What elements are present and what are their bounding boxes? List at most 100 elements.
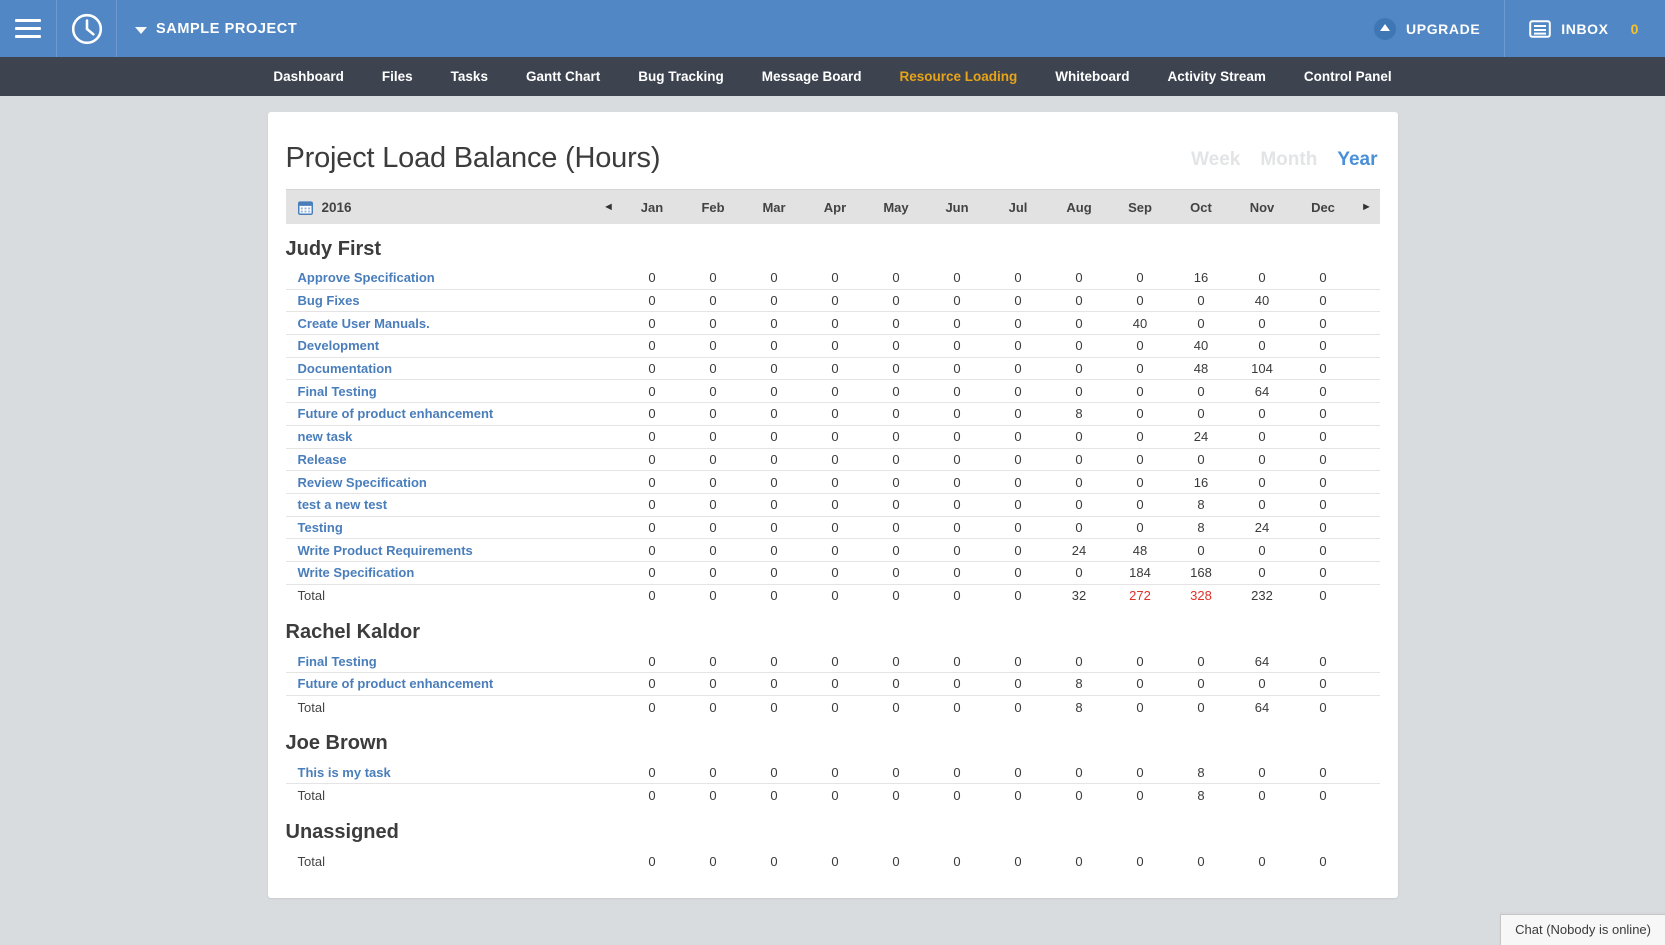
- chat-widget[interactable]: Chat (Nobody is online): [1500, 914, 1665, 945]
- month-header-jan[interactable]: Jan: [622, 200, 683, 215]
- task-link[interactable]: Final Testing: [286, 654, 596, 669]
- nav-item-gantt-chart[interactable]: Gantt Chart: [507, 57, 619, 96]
- month-header-oct[interactable]: Oct: [1171, 200, 1232, 215]
- task-link[interactable]: new task: [286, 429, 596, 444]
- month-header-dec[interactable]: Dec: [1293, 200, 1354, 215]
- month-header-aug[interactable]: Aug: [1049, 200, 1110, 215]
- hours-cell: 0: [927, 520, 988, 535]
- month-header-jul[interactable]: Jul: [988, 200, 1049, 215]
- hours-cell: 0: [1293, 497, 1354, 512]
- month-header-sep[interactable]: Sep: [1110, 200, 1171, 215]
- range-tab-week[interactable]: Week: [1191, 149, 1240, 171]
- hours-cell: 0: [1293, 293, 1354, 308]
- hours-cell: 0: [683, 270, 744, 285]
- hours-cell: 0: [1171, 452, 1232, 467]
- total-cell: 0: [744, 788, 805, 803]
- hours-cell: 0: [988, 520, 1049, 535]
- hours-cell: 0: [1293, 452, 1354, 467]
- resource-group-heading: Unassigned: [286, 807, 1380, 850]
- row-values: 0000000008240: [622, 520, 1354, 535]
- hours-cell: 0: [988, 765, 1049, 780]
- hours-cell: 0: [1049, 270, 1110, 285]
- task-link[interactable]: Documentation: [286, 361, 596, 376]
- month-header-nov[interactable]: Nov: [1232, 200, 1293, 215]
- total-cell: 0: [622, 700, 683, 715]
- month-header-may[interactable]: May: [866, 200, 927, 215]
- nav-item-whiteboard[interactable]: Whiteboard: [1036, 57, 1148, 96]
- nav-item-message-board[interactable]: Message Board: [743, 57, 881, 96]
- hours-cell: 0: [744, 384, 805, 399]
- year-selector[interactable]: 2016: [286, 200, 596, 215]
- hours-cell: 8: [1049, 406, 1110, 421]
- hours-cell: 0: [622, 361, 683, 376]
- hours-cell: 0: [988, 475, 1049, 490]
- hours-cell: 0: [622, 406, 683, 421]
- calendar-icon: [298, 200, 313, 215]
- month-header-feb[interactable]: Feb: [683, 200, 744, 215]
- hours-cell: 0: [1110, 429, 1171, 444]
- table-row: Final Testing0000000000640: [286, 380, 1380, 403]
- task-link[interactable]: Create User Manuals.: [286, 316, 596, 331]
- month-headers: JanFebMarAprMayJunJulAugSepOctNovDec: [622, 200, 1354, 215]
- total-cell: 0: [1110, 700, 1171, 715]
- task-link[interactable]: Release: [286, 452, 596, 467]
- time-tracker-button[interactable]: [57, 0, 117, 57]
- task-link[interactable]: Write Specification: [286, 565, 596, 580]
- hours-cell: 0: [622, 654, 683, 669]
- nav-item-control-panel[interactable]: Control Panel: [1285, 57, 1411, 96]
- task-link[interactable]: Approve Specification: [286, 270, 596, 285]
- hours-cell: 40: [1110, 316, 1171, 331]
- task-link[interactable]: Final Testing: [286, 384, 596, 399]
- task-link[interactable]: Future of product enhancement: [286, 676, 596, 691]
- hours-cell: 0: [744, 497, 805, 512]
- total-cell: 0: [805, 588, 866, 603]
- nav-item-tasks[interactable]: Tasks: [432, 57, 507, 96]
- task-link[interactable]: Write Product Requirements: [286, 543, 596, 558]
- upgrade-label: UPGRADE: [1406, 21, 1480, 37]
- task-link[interactable]: Future of product enhancement: [286, 406, 596, 421]
- hours-cell: 0: [683, 338, 744, 353]
- total-cell: 0: [1171, 854, 1232, 869]
- task-link[interactable]: Bug Fixes: [286, 293, 596, 308]
- total-cell: 0: [1110, 788, 1171, 803]
- task-link[interactable]: test a new test: [286, 497, 596, 512]
- total-cell: 0: [927, 788, 988, 803]
- inbox-label: INBOX: [1561, 21, 1608, 37]
- menu-button[interactable]: [0, 0, 57, 57]
- hours-cell: 0: [1049, 429, 1110, 444]
- prev-period-button[interactable]: ◄: [596, 202, 622, 213]
- nav-item-activity-stream[interactable]: Activity Stream: [1149, 57, 1285, 96]
- hours-cell: 0: [1110, 384, 1171, 399]
- upgrade-button[interactable]: UPGRADE: [1350, 0, 1504, 57]
- nav-item-bug-tracking[interactable]: Bug Tracking: [619, 57, 743, 96]
- total-cell: 0: [988, 700, 1049, 715]
- nav-item-resource-loading[interactable]: Resource Loading: [881, 57, 1037, 96]
- next-period-button[interactable]: ►: [1354, 202, 1380, 213]
- task-link[interactable]: Testing: [286, 520, 596, 535]
- task-link[interactable]: Development: [286, 338, 596, 353]
- range-tab-month[interactable]: Month: [1260, 149, 1317, 171]
- total-label: Total: [286, 588, 596, 603]
- resource-groups: Judy FirstApprove Specification000000000…: [286, 224, 1380, 872]
- hours-cell: 0: [683, 429, 744, 444]
- hours-cell: 0: [1049, 452, 1110, 467]
- inbox-button[interactable]: INBOX 0: [1504, 0, 1645, 57]
- nav-item-files[interactable]: Files: [363, 57, 432, 96]
- task-link[interactable]: Review Specification: [286, 475, 596, 490]
- range-tab-year[interactable]: Year: [1337, 149, 1377, 171]
- total-cell: 0: [866, 788, 927, 803]
- project-switcher[interactable]: SAMPLE PROJECT: [117, 0, 297, 57]
- hours-cell: 0: [1293, 406, 1354, 421]
- hours-cell: 0: [1110, 270, 1171, 285]
- month-header-jun[interactable]: Jun: [927, 200, 988, 215]
- month-header-mar[interactable]: Mar: [744, 200, 805, 215]
- month-header-apr[interactable]: Apr: [805, 200, 866, 215]
- resource-group-heading: Judy First: [286, 224, 1380, 267]
- total-cell: 32: [1049, 588, 1110, 603]
- table-row: Future of product enhancement00000008000…: [286, 403, 1380, 426]
- hours-cell: 0: [1110, 497, 1171, 512]
- hours-cell: 0: [805, 676, 866, 691]
- task-link[interactable]: This is my task: [286, 765, 596, 780]
- nav-item-dashboard[interactable]: Dashboard: [254, 57, 363, 96]
- hours-cell: 0: [683, 316, 744, 331]
